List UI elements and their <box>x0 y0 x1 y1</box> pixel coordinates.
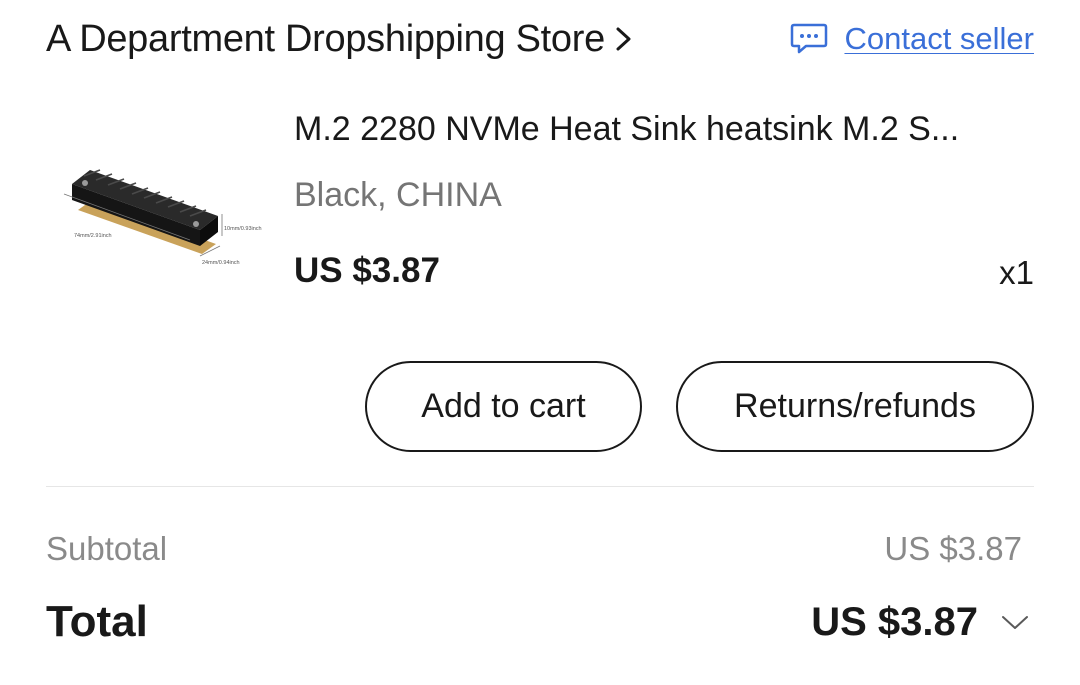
subtotal-value: US $3.87 <box>884 530 1022 567</box>
subtotal-label: Subtotal <box>46 530 168 567</box>
product-quantity: x1 <box>999 254 1034 291</box>
product-variant: Black, CHINA <box>294 176 502 214</box>
order-card: A Department Dropshipping Store Contact … <box>0 0 1080 685</box>
length-dimension-label: 74mm/2.91inch <box>74 233 112 239</box>
total-label: Total <box>46 597 148 646</box>
total-value: US $3.87 <box>811 599 978 644</box>
divider <box>46 486 1034 487</box>
store-name[interactable]: A Department Dropshipping Store <box>46 18 605 61</box>
add-to-cart-button[interactable]: Add to cart <box>365 361 642 452</box>
product-image[interactable]: 74mm/2.91inch 10mm/0.93inch 24mm/0.94inc… <box>50 106 280 298</box>
chevron-down-icon <box>1002 616 1028 629</box>
chat-bubble-icon <box>791 23 828 54</box>
total-expand-toggle[interactable]: US $3.87 <box>811 596 1030 648</box>
product-price: US $3.87 <box>294 251 440 290</box>
product-title[interactable]: M.2 2280 NVMe Heat Sink heatsink M.2 S..… <box>294 106 1034 152</box>
store-header[interactable]: A Department Dropshipping Store <box>46 14 635 64</box>
chevron-right-icon <box>616 27 631 51</box>
contact-seller-link[interactable]: Contact seller <box>790 16 1034 62</box>
width-dimension-label: 24mm/0.94inch <box>202 260 240 266</box>
height-dimension-label: 10mm/0.93inch <box>224 226 262 232</box>
contact-seller-label[interactable]: Contact seller <box>844 21 1034 57</box>
returns-refunds-button[interactable]: Returns/refunds <box>676 361 1034 452</box>
